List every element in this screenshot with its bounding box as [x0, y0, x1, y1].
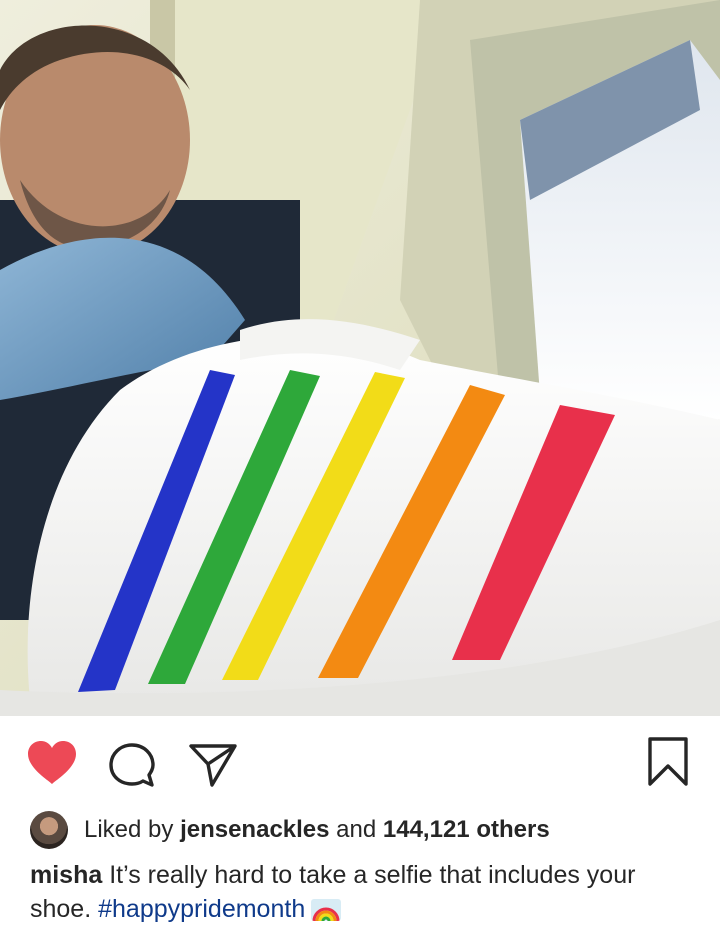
caption-username-link[interactable]: misha: [30, 861, 102, 889]
caption: misha It’s really hard to take a selfie …: [30, 858, 690, 926]
likes-count-link[interactable]: 144,121 others: [383, 816, 550, 844]
likes-middle: and: [336, 816, 377, 843]
rainbow-emoji-icon: [311, 899, 342, 921]
liked-by-user-link[interactable]: jensenackles: [180, 816, 329, 844]
post-photo[interactable]: [0, 0, 720, 716]
likes-prefix: Liked by: [84, 816, 174, 843]
comment-icon[interactable]: [108, 742, 156, 793]
hashtag-link[interactable]: #happypridemonth: [98, 895, 305, 923]
paper-plane-icon[interactable]: [188, 742, 238, 793]
avatar[interactable]: [30, 811, 68, 849]
heart-filled-icon[interactable]: [26, 740, 78, 791]
likes-row: Liked by jensenackles and 144,121 others: [30, 810, 550, 850]
bookmark-icon[interactable]: [646, 736, 690, 793]
action-bar: [0, 716, 720, 808]
